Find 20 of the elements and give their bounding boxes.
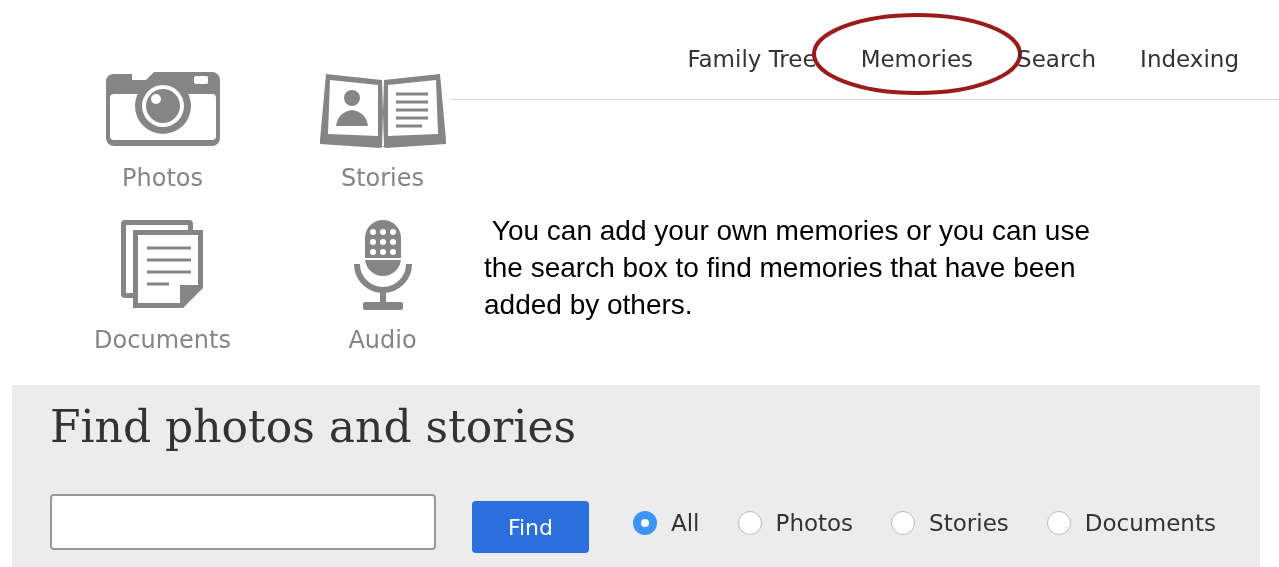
radio-label[interactable]: All (671, 505, 700, 541)
panel-title: Find photos and stories (50, 400, 578, 454)
radio-button[interactable] (633, 511, 657, 535)
category-label[interactable]: Stories (340, 160, 425, 196)
category-label[interactable]: Photos (122, 160, 203, 196)
radio-button[interactable] (737, 511, 762, 535)
search-field[interactable] (50, 494, 436, 550)
radio-button[interactable] (1046, 511, 1071, 535)
radio-label[interactable]: Photos (775, 505, 854, 541)
radio-button[interactable] (891, 511, 916, 535)
find-button[interactable]: Find (472, 501, 589, 553)
category-label[interactable]: Audio (348, 322, 417, 358)
nav-tab[interactable]: Memories (860, 46, 974, 73)
nav-tab[interactable]: Family Tree (687, 46, 817, 73)
microphone-icon (352, 218, 413, 310)
instruction-text: You can add your own memories or you can use the search box to find memories that have been added by others. (484, 214, 1091, 322)
nav-tab[interactable]: Indexing (1140, 46, 1239, 73)
radio-label[interactable]: Stories (929, 505, 1009, 541)
category-label[interactable]: Documents (94, 322, 231, 358)
radio-label[interactable]: Documents (1084, 505, 1216, 541)
